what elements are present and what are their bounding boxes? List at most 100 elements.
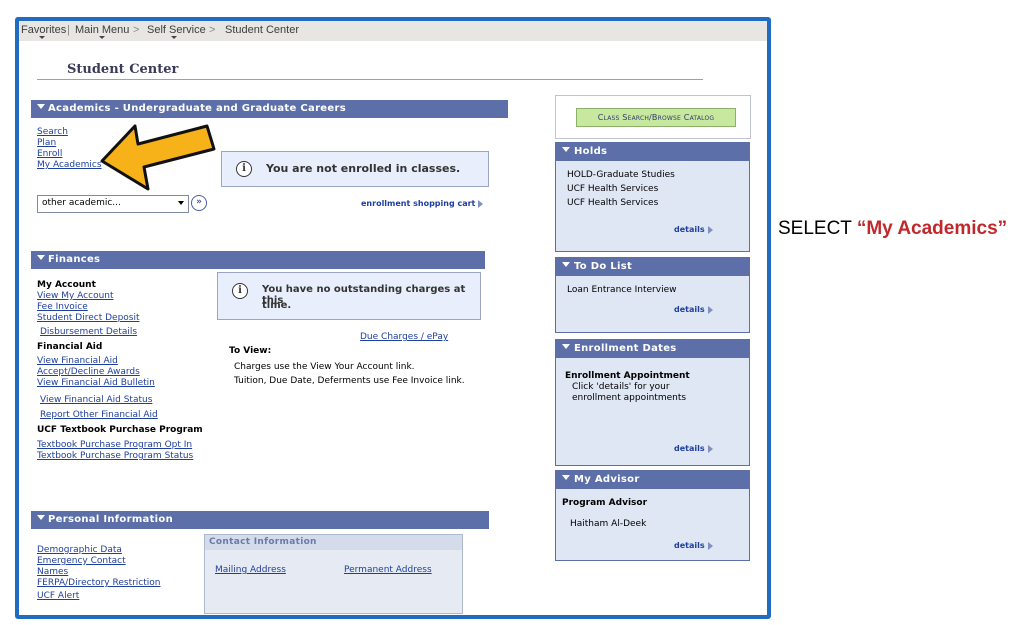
collapse-icon [37,255,45,260]
to-view-line1: Charges use the View Your Account link. [234,362,415,372]
todo-details-link[interactable]: details [674,305,713,314]
enrollment-dates-panel: Enrollment Dates Enrollment Appointment … [555,339,750,466]
link-enroll[interactable]: Enroll [37,149,62,159]
title-underline [37,79,703,80]
go-button[interactable]: » [191,195,207,211]
no-charges-line1: You have no outstanding charges at this [262,284,466,306]
not-enrolled-notice: i You are not enrolled in classes. [221,151,489,187]
arrow-right-icon [707,225,713,234]
advisor-header[interactable]: My Advisor [556,471,749,489]
enrollment-appointment-label: Enrollment Appointment [565,371,690,381]
todo-header-label: To Do List [574,261,633,272]
todo-item: Loan Entrance Interview [567,285,677,295]
enrollment-dates-header-label: Enrollment Dates [574,343,677,354]
info-icon: i [232,283,248,299]
link-direct-deposit[interactable]: Student Direct Deposit [37,313,140,323]
enrollment-cart-label: enrollment shopping cart [361,199,476,208]
favorites-dropdown-icon[interactable] [39,36,45,39]
breadcrumb: Favorites | Main Menu > Self Service > S… [19,21,767,41]
link-report-other-aid[interactable]: Report Other Financial Aid [40,410,158,420]
finances-header-label: Finances [48,254,101,265]
arrow-right-icon [707,444,713,453]
hold-item: UCF Health Services [567,184,659,194]
link-names[interactable]: Names [37,567,68,577]
breadcrumb-main-menu[interactable]: Main Menu [75,24,129,36]
breadcrumb-self-service[interactable]: Self Service [147,24,206,36]
link-textbook-status[interactable]: Textbook Purchase Program Status [37,451,193,461]
breadcrumb-sep: > [133,24,140,36]
collapse-icon [37,515,45,520]
to-view-line2: Tuition, Due Date, Deferments use Fee In… [234,376,465,386]
link-view-financial-aid[interactable]: View Financial Aid [37,356,118,366]
other-academic-select[interactable]: other academic... [37,195,189,213]
link-accept-decline-awards[interactable]: Accept/Decline Awards [37,367,140,377]
not-enrolled-message: You are not enrolled in classes. [266,162,461,175]
hold-item: UCF Health Services [567,198,659,208]
enrollment-cart-link[interactable]: enrollment shopping cart [361,199,484,208]
link-ferpa[interactable]: FERPA/Directory Restriction [37,578,161,588]
details-label: details [674,305,705,314]
instruction-callout: SELECT “My Academics” [778,218,1007,240]
link-permanent-address[interactable]: Permanent Address [344,565,432,575]
contact-information-panel: Contact Information Mailing Address Perm… [204,534,463,614]
collapse-icon [562,262,570,267]
class-search-box: Class Search/Browse Catalog [555,95,751,139]
details-label: details [674,444,705,453]
link-financial-aid-status[interactable]: View Financial Aid Status [40,395,152,405]
enrollment-details-link[interactable]: details [674,444,713,453]
holds-panel: Holds HOLD-Graduate Studies UCF Health S… [555,142,750,252]
advisor-details-link[interactable]: details [674,541,713,550]
holds-header[interactable]: Holds [556,143,749,161]
enrollment-line1: Click 'details' for your [572,382,670,392]
breadcrumb-divider: | [67,24,70,36]
holds-details-link[interactable]: details [674,225,713,234]
financial-aid-label: Financial Aid [37,342,103,352]
advisor-panel: My Advisor Program Advisor Haitham Al-De… [555,470,750,561]
advisor-header-label: My Advisor [574,474,640,485]
todo-header[interactable]: To Do List [556,258,749,276]
info-icon: i [236,161,252,177]
enrollment-dates-header[interactable]: Enrollment Dates [556,340,749,358]
details-label: details [674,225,705,234]
class-search-button[interactable]: Class Search/Browse Catalog [576,108,736,127]
chevron-down-icon [178,201,184,205]
program-advisor-label: Program Advisor [562,498,648,508]
collapse-icon [562,147,570,152]
to-view-label: To View: [229,346,272,356]
arrow-right-icon [707,541,713,550]
link-emergency-contact[interactable]: Emergency Contact [37,556,126,566]
collapse-icon [562,475,570,480]
no-charges-line2: time. [262,300,292,311]
pointing-arrow-icon [100,124,216,191]
link-financial-aid-bulletin[interactable]: View Financial Aid Bulletin [37,378,155,388]
collapse-icon [562,344,570,349]
page-title: Student Center [67,62,179,77]
finances-header[interactable]: Finances [31,251,485,269]
link-fee-invoice[interactable]: Fee Invoice [37,302,88,312]
link-mailing-address[interactable]: Mailing Address [215,565,286,575]
breadcrumb-favorites[interactable]: Favorites [21,24,66,36]
details-label: details [674,541,705,550]
todo-panel: To Do List Loan Entrance Interview detai… [555,257,750,333]
no-charges-notice: i You have no outstanding charges at thi… [217,272,481,320]
arrow-right-icon [478,199,484,208]
link-plan[interactable]: Plan [37,138,56,148]
personal-info-header-label: Personal Information [48,514,173,525]
callout-prefix: SELECT [778,218,857,239]
textbook-program-label: UCF Textbook Purchase Program [37,425,203,435]
breadcrumb-current: Student Center [225,24,299,36]
personal-info-header[interactable]: Personal Information [31,511,489,529]
link-textbook-opt-in[interactable]: Textbook Purchase Program Opt In [37,440,192,450]
link-demographic-data[interactable]: Demographic Data [37,545,122,555]
link-due-charges-epay[interactable]: Due Charges / ePay [360,332,448,342]
link-ucf-alert[interactable]: UCF Alert [37,591,79,601]
main-menu-dropdown-icon[interactable] [99,36,105,39]
link-search[interactable]: Search [37,127,68,137]
link-disbursement-details[interactable]: Disbursement Details [40,327,137,337]
holds-header-label: Holds [574,146,608,157]
collapse-icon [37,104,45,109]
link-view-my-account[interactable]: View My Account [37,291,114,301]
select-value: other academic... [42,198,121,208]
self-service-dropdown-icon[interactable] [171,36,177,39]
advisor-name: Haitham Al-Deek [570,519,647,529]
